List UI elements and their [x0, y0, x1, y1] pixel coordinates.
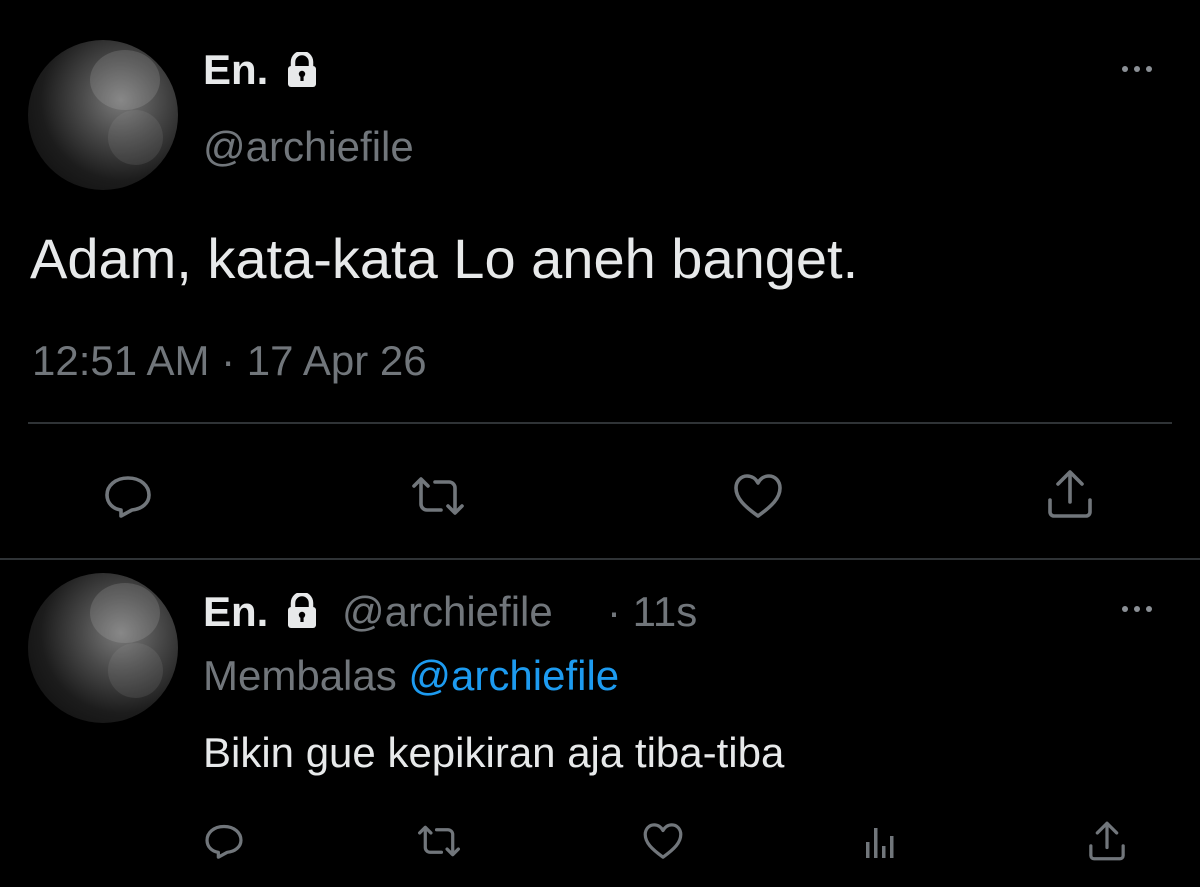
analytics-icon[interactable]: [860, 822, 900, 862]
replying-to-line: Membalas @archiefile: [203, 650, 619, 702]
reply-text: Bikin gue kepikiran aja tiba-tiba: [203, 729, 785, 776]
more-horizontal-icon[interactable]: [1122, 66, 1152, 72]
display-name[interactable]: En.: [203, 588, 268, 636]
divider: [28, 422, 1172, 424]
retweet-icon[interactable]: [414, 820, 464, 862]
heart-icon[interactable]: [730, 470, 786, 522]
handle[interactable]: @archiefile: [342, 588, 553, 636]
replying-to-link[interactable]: @archiefile: [408, 652, 619, 699]
tweet-text: Adam, kata-kata Lo aneh banget.: [30, 227, 859, 290]
lock-icon: [282, 593, 322, 629]
reply-icon[interactable]: [102, 470, 154, 522]
handle[interactable]: @archiefile: [203, 122, 414, 172]
time-ago[interactable]: · 11s: [607, 588, 697, 636]
share-icon[interactable]: [1086, 818, 1128, 864]
divider: [0, 558, 1200, 560]
share-icon[interactable]: [1044, 466, 1096, 522]
lock-icon: [282, 52, 322, 88]
avatar[interactable]: [28, 40, 178, 190]
more-horizontal-icon[interactable]: [1122, 606, 1152, 612]
heart-icon[interactable]: [640, 820, 686, 862]
tweet-timestamp[interactable]: 12:51 AM · 17 Apr 26: [32, 334, 427, 388]
avatar[interactable]: [28, 573, 178, 723]
replying-prefix: Membalas: [203, 652, 397, 699]
display-name[interactable]: En.: [203, 46, 268, 94]
retweet-icon[interactable]: [407, 470, 469, 522]
reply-icon[interactable]: [203, 820, 245, 862]
